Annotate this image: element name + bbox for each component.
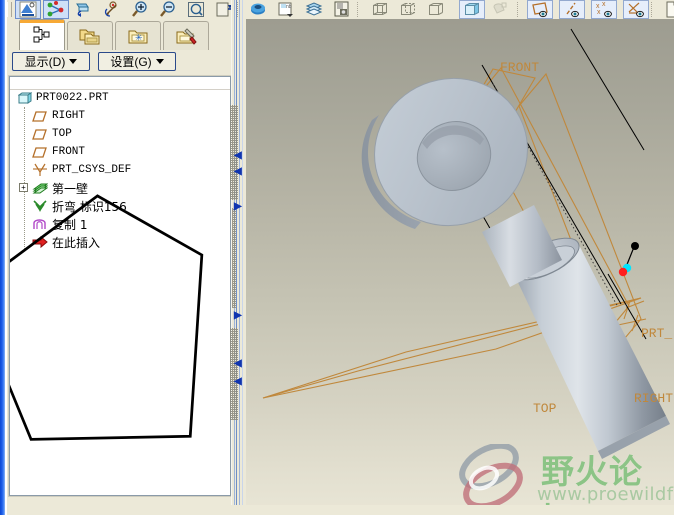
- print-icon[interactable]: [329, 0, 355, 19]
- no-hidden-icon[interactable]: [423, 0, 449, 19]
- wireframe-icon[interactable]: [367, 0, 393, 19]
- tree-item-label: 在此插入: [52, 235, 101, 250]
- tree-item-csys[interactable]: PRT_CSYS_DEF: [10, 161, 230, 179]
- repaint-icon[interactable]: [71, 0, 97, 19]
- model-tree-list: PRT0022.PRT RIGHT TOP FRONT PRT_CSYS_DEF…: [10, 89, 230, 495]
- splitter-grip-lower[interactable]: [230, 328, 238, 420]
- navigator-panel: 显示(D) 设置(G) PRT0022.PRT RIGHT TOP FRONT …: [7, 50, 241, 505]
- view-manager-icon[interactable]: [245, 0, 271, 19]
- panel-splitter[interactable]: ◀ ◀ ▶ ▶ ◀ ◀: [228, 0, 246, 515]
- application-window: nb x x x ✳ 显示(D) 设置(G) PRT0022.PRT RIGHT…: [0, 0, 674, 515]
- zoom-in-icon[interactable]: [127, 0, 153, 19]
- model-tree-icon: [33, 26, 50, 43]
- spin-icon[interactable]: [99, 0, 125, 19]
- main-toolbar: nb x x x: [7, 0, 674, 19]
- tree-item-label: PRT0022.PRT: [36, 92, 109, 104]
- tree-expander[interactable]: +: [19, 183, 28, 192]
- svg-text:x: x: [597, 9, 601, 16]
- tree-item-label: FRONT: [52, 146, 86, 158]
- part-icon: [18, 91, 32, 104]
- zoom-out-icon[interactable]: [155, 0, 181, 19]
- csys-icon: [33, 163, 47, 176]
- tree-item-insert-here[interactable]: 在此插入: [10, 233, 230, 251]
- chevron-down-icon: [69, 59, 78, 64]
- settings-dropdown-label: 设置(G): [110, 55, 152, 69]
- navigator-tab-strip: ✳: [7, 19, 241, 50]
- datum-label-prt-csys: PRT_: [641, 326, 672, 341]
- datum-plane-icon: [32, 146, 47, 158]
- datum-axis-toggle-icon[interactable]: [559, 0, 585, 19]
- chevron-left-icon[interactable]: ◀: [234, 167, 242, 177]
- insert-here-icon: [32, 235, 48, 249]
- datum-label-top: TOP: [533, 401, 557, 416]
- tree-item-label: TOP: [52, 128, 72, 140]
- splitter-grip-middle[interactable]: [232, 208, 236, 308]
- tree-item-label: 复制 1: [52, 217, 88, 232]
- tree-item-part[interactable]: PRT0022.PRT: [10, 89, 230, 107]
- tree-item-copy[interactable]: 复制 1: [10, 215, 230, 233]
- layers-stack-icon[interactable]: [301, 0, 327, 19]
- spin-center-icon[interactable]: [15, 0, 41, 19]
- folder-star-icon: ✳: [128, 30, 148, 43]
- datum-display-icon[interactable]: [43, 0, 69, 19]
- svg-text:nb: nb: [286, 4, 292, 10]
- datum-plane-toggle-icon[interactable]: [527, 0, 553, 19]
- svg-text:x: x: [602, 1, 606, 8]
- new-file-icon[interactable]: [659, 0, 674, 19]
- hidden-line-icon[interactable]: [395, 0, 421, 19]
- tree-item-label: PRT_CSYS_DEF: [52, 164, 132, 176]
- folder-tools-icon: [176, 27, 197, 45]
- datum-label-front: FRONT: [500, 60, 539, 75]
- tab-folder-browser[interactable]: [67, 21, 113, 50]
- wall-icon: [32, 183, 48, 194]
- tab-favorites[interactable]: ✳: [115, 21, 161, 50]
- chevron-left-icon[interactable]: ◀: [234, 359, 242, 369]
- watermark-logo-icon: [459, 444, 523, 510]
- graphics-viewport[interactable]: FRONT PRT_ RIGHT TOP 野火论坛 www.proewildfi…: [246, 19, 674, 515]
- datum-plane-icon: [32, 128, 47, 140]
- tree-item-datum-top[interactable]: TOP: [10, 125, 230, 143]
- layer-tree-icon[interactable]: nb: [273, 0, 299, 19]
- tab-highlight: [20, 20, 64, 23]
- shading-icon[interactable]: [459, 0, 485, 19]
- tree-item-datum-right[interactable]: RIGHT: [10, 107, 230, 125]
- navigator-button-row: 显示(D) 设置(G): [10, 52, 238, 74]
- show-dropdown-button[interactable]: 显示(D): [12, 52, 90, 71]
- tree-item-label: 第一壁: [52, 181, 89, 196]
- datum-label-right: RIGHT: [634, 391, 673, 406]
- toolbar-grip[interactable]: [7, 2, 12, 17]
- settings-dropdown-button[interactable]: 设置(G): [98, 52, 176, 71]
- chevron-right-icon[interactable]: ▶: [234, 311, 242, 321]
- tree-item-datum-front[interactable]: FRONT: [10, 143, 230, 161]
- tree-item-bend[interactable]: 折弯 标识156: [10, 197, 230, 215]
- tab-model-tree[interactable]: [19, 19, 65, 50]
- bend-icon: [33, 200, 47, 212]
- handle-point-black: [631, 242, 639, 250]
- model-tree-panel[interactable]: PRT0022.PRT RIGHT TOP FRONT PRT_CSYS_DEF…: [9, 76, 231, 496]
- tree-item-first-wall[interactable]: + 第一壁: [10, 179, 230, 197]
- datum-point-toggle-icon[interactable]: x x x: [591, 0, 617, 19]
- chevron-right-icon[interactable]: ▶: [234, 202, 242, 212]
- folder-stack-icon: [79, 29, 100, 44]
- chevron-left-icon[interactable]: ◀: [234, 151, 242, 161]
- chevron-down-icon: [155, 59, 164, 64]
- tree-item-label: RIGHT: [52, 110, 86, 122]
- copy-icon: [33, 219, 46, 229]
- svg-text:✳: ✳: [135, 32, 143, 42]
- shaded-solid-icon[interactable]: [487, 0, 513, 19]
- tree-item-label: 折弯 标识156: [52, 199, 127, 214]
- ring-terminal-solid: [361, 77, 670, 459]
- handle-point-red: [618, 267, 628, 277]
- chevron-left-icon[interactable]: ◀: [234, 377, 242, 387]
- datum-plane-icon: [32, 110, 47, 122]
- watermark: 野火论坛 www.proewildfire.cn: [453, 440, 674, 515]
- window-bottom-strip: [7, 505, 674, 515]
- selection-handles: [618, 242, 639, 277]
- refit-icon[interactable]: [183, 0, 209, 19]
- show-dropdown-label: 显示(D): [24, 55, 66, 69]
- datum-csys-toggle-icon[interactable]: [623, 0, 649, 19]
- watermark-url: www.proewildfire.cn: [537, 484, 674, 505]
- tab-connections[interactable]: [163, 21, 209, 50]
